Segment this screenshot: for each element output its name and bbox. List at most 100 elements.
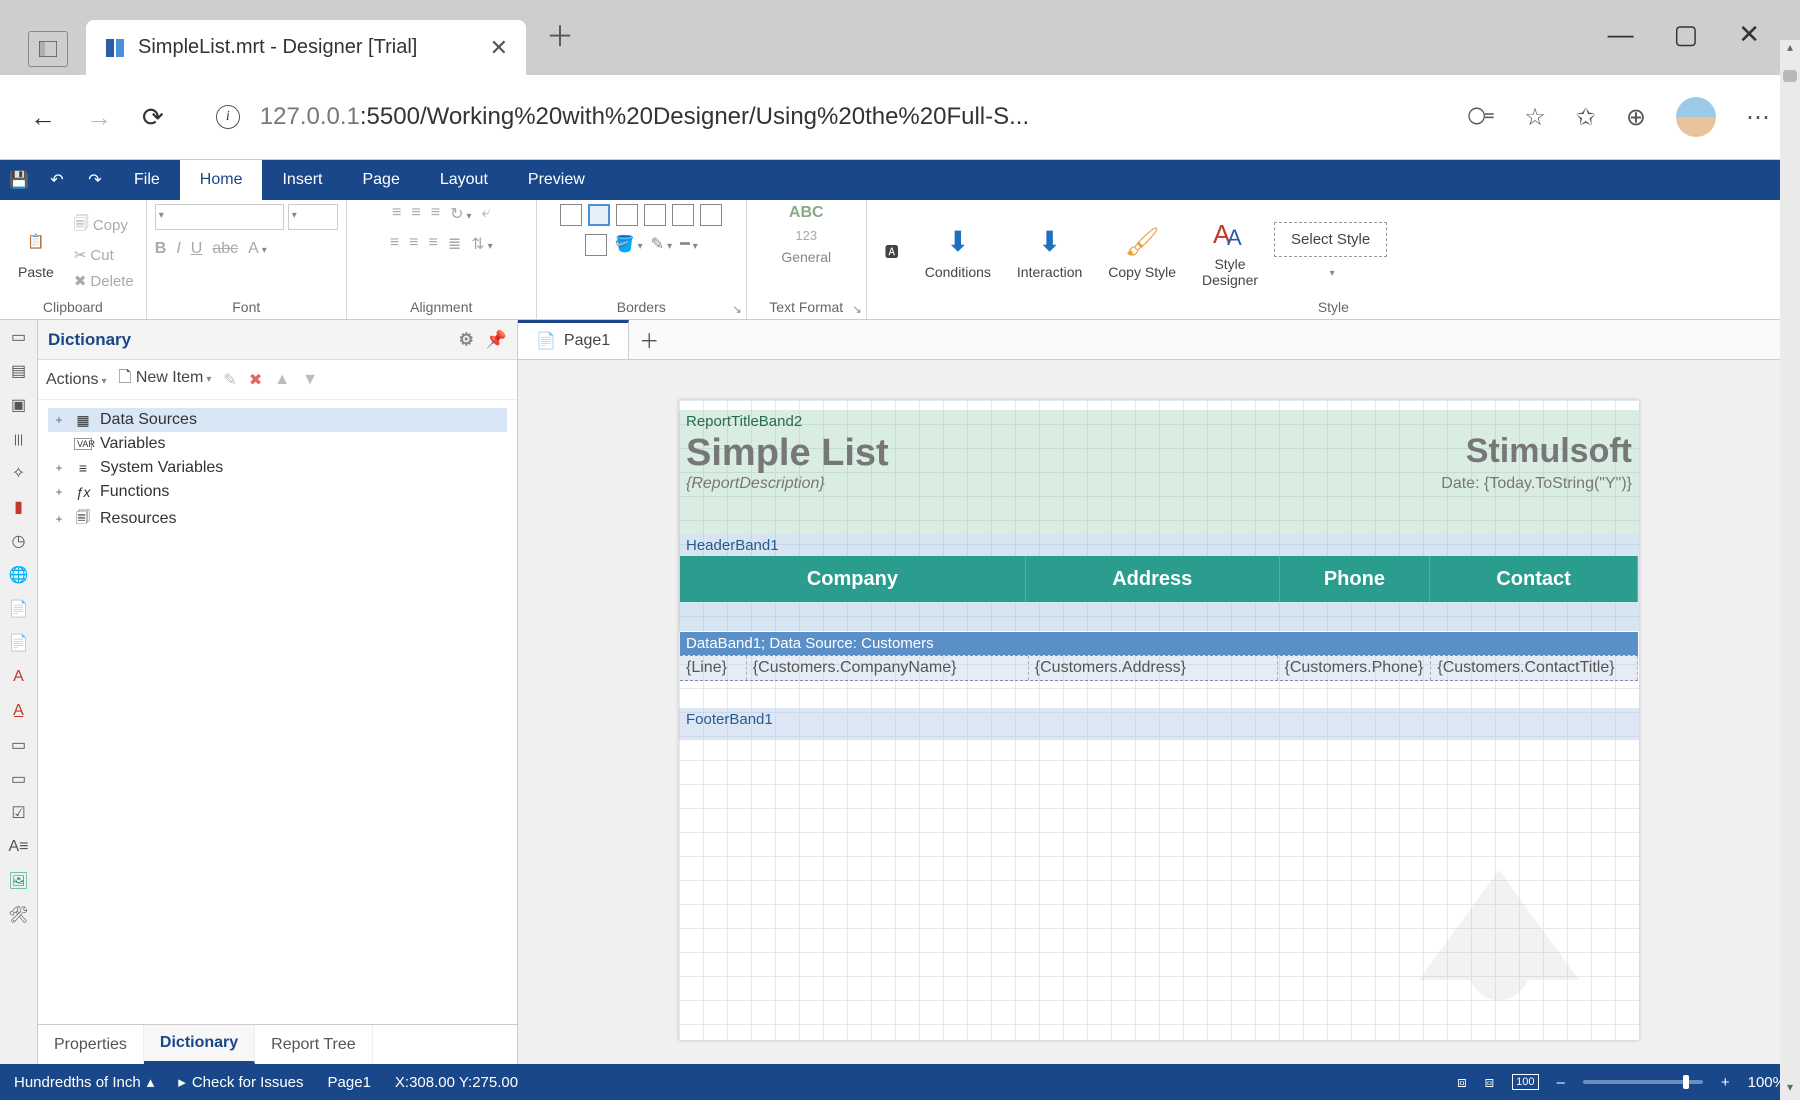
new-tab-button[interactable]: ＋ [546, 15, 574, 55]
tree-functions[interactable]: +ƒxFunctions [48, 480, 507, 504]
tab-actions-button[interactable] [28, 31, 68, 67]
tool-subreport-icon[interactable]: ▭ [6, 766, 32, 792]
tool-chart-icon[interactable]: ▮ [6, 494, 32, 520]
line-spacing-button[interactable]: ⇅ [471, 234, 492, 254]
edit-item-button[interactable]: ✎ [223, 370, 236, 390]
zoom-out-button[interactable]: – [1557, 1074, 1565, 1091]
menu-layout[interactable]: Layout [420, 160, 508, 200]
view-left-icon[interactable]: ⧈ [1457, 1074, 1467, 1091]
undo-icon[interactable]: ↶ [38, 160, 76, 200]
delete-item-button[interactable]: ✖ [249, 370, 262, 390]
col-phone[interactable]: Phone [1280, 556, 1430, 602]
delete-button[interactable]: ✖ Delete [70, 270, 138, 292]
rotate-button[interactable]: ↻ [450, 204, 471, 224]
forward-button[interactable]: → [86, 102, 112, 133]
interaction-button[interactable]: ⬇Interaction [1007, 220, 1092, 284]
italic-button[interactable]: I [176, 240, 180, 258]
close-icon[interactable]: ✕ [490, 35, 508, 61]
paste-button[interactable]: 📋 Paste [8, 220, 64, 284]
zoom-slider[interactable] [1583, 1080, 1703, 1084]
actions-dropdown[interactable]: Actions [46, 371, 107, 389]
menu-file[interactable]: File [114, 160, 180, 200]
border-style-button[interactable]: ━ [680, 234, 698, 256]
border-bottom-button[interactable] [700, 204, 722, 226]
zoom-in-button[interactable]: + [1721, 1074, 1730, 1091]
tool-band-icon[interactable]: ▭ [6, 324, 32, 350]
doc-tab-add[interactable]: ＋ [629, 320, 669, 359]
tool-panel-icon[interactable]: A̲ [6, 698, 32, 724]
style-dropdown[interactable] [1327, 263, 1335, 281]
font-family-select[interactable] [155, 204, 284, 230]
tool-richtext-icon[interactable]: 📄 [6, 630, 32, 656]
col-address[interactable]: Address [1026, 556, 1280, 602]
underline-button[interactable]: U [191, 240, 203, 258]
tool-checkbox-icon[interactable]: ☑ [6, 800, 32, 826]
border-left-button[interactable] [616, 204, 638, 226]
align-middle-button[interactable]: ≡ [411, 204, 420, 224]
site-info-icon[interactable]: i [216, 105, 240, 129]
tool-settings-icon[interactable]: 🛠 [6, 902, 32, 928]
tool-shape-icon[interactable]: ✧ [6, 460, 32, 486]
menu-preview[interactable]: Preview [508, 160, 605, 200]
tool-gauge-icon[interactable]: ◷ [6, 528, 32, 554]
favorite-icon[interactable]: ☆ [1524, 103, 1546, 132]
tool-image-icon[interactable]: A [6, 664, 32, 690]
cut-button[interactable]: ✂ Cut [70, 244, 138, 266]
close-window-button[interactable]: ✕ [1738, 19, 1760, 50]
align-left-button[interactable]: ≡ [390, 234, 399, 254]
status-page[interactable]: Page1 [328, 1074, 371, 1091]
bold-button[interactable]: B [155, 240, 167, 258]
strike-button[interactable]: abc [212, 240, 238, 258]
collections-icon[interactable]: ⊕ [1626, 103, 1646, 132]
minimize-button[interactable]: — [1608, 19, 1634, 50]
address-bar[interactable]: i 127.0.0.1:5500/Working%20with%20Design… [194, 91, 1438, 143]
border-top-button[interactable] [644, 204, 666, 226]
align-right-button[interactable]: ≡ [429, 234, 438, 254]
fill-color-button[interactable]: 🪣 [615, 234, 643, 256]
status-unit[interactable]: Hundredths of Inch ▴ [14, 1073, 154, 1091]
tool-barcode-icon[interactable]: ||| [6, 426, 32, 452]
tree-resources[interactable]: +🗐Resources [48, 504, 507, 534]
border-none-button[interactable] [588, 204, 610, 226]
scroll-thumb[interactable] [1783, 70, 1797, 82]
browser-tab[interactable]: SimpleList.mrt - Designer [Trial] ✕ [86, 20, 526, 75]
scroll-up-icon[interactable]: ▴ [1780, 40, 1800, 60]
tree-data-sources[interactable]: +▦Data Sources [48, 408, 507, 432]
border-right-button[interactable] [672, 204, 694, 226]
report-date[interactable]: Date: {Today.ToString("Y")} [1441, 475, 1638, 493]
more-icon[interactable]: ⋯ [1746, 103, 1770, 132]
new-item-dropdown[interactable]: 🗋 New Item [119, 366, 212, 393]
dictionary-pin-icon[interactable]: 📌 [486, 330, 507, 350]
back-button[interactable]: ← [30, 102, 56, 133]
tab-dictionary[interactable]: Dictionary [144, 1025, 255, 1064]
report-description[interactable]: {ReportDescription} [680, 475, 1441, 493]
status-check[interactable]: ▸ Check for Issues [178, 1073, 303, 1091]
zoom-out-icon[interactable]: ⧃ [1467, 103, 1494, 131]
maximize-button[interactable]: ▢ [1674, 19, 1699, 50]
text-style-button[interactable]: 🅰︎ [875, 230, 909, 274]
tool-component-icon[interactable]: ▣ [6, 392, 32, 418]
tree-system-variables[interactable]: +≡System Variables [48, 456, 507, 480]
doc-tab-page1[interactable]: 📄 Page1 [518, 320, 629, 359]
tool-clone-icon[interactable]: ▭ [6, 732, 32, 758]
canvas-scroll[interactable]: ReportTitleBand2 Simple List Stimulsoft … [518, 360, 1800, 1064]
conditions-button[interactable]: ⬇Conditions [915, 220, 1001, 284]
align-bottom-button[interactable]: ≡ [431, 204, 440, 224]
tool-pic-icon[interactable]: 🖼 [6, 868, 32, 894]
move-up-button[interactable]: ▲ [274, 371, 290, 389]
tab-report-tree[interactable]: Report Tree [255, 1025, 372, 1064]
tool-text-icon[interactable]: 📄 [6, 596, 32, 622]
border-shadow-button[interactable] [585, 234, 607, 256]
tool-table-icon[interactable]: A≡ [6, 834, 32, 860]
menu-page[interactable]: Page [342, 160, 419, 200]
header-band[interactable]: HeaderBand1 Company Address Phone Contac… [679, 534, 1639, 631]
align-center-button[interactable]: ≡ [409, 234, 418, 254]
menu-insert[interactable]: Insert [262, 160, 342, 200]
report-title[interactable]: Simple List [680, 432, 1466, 475]
wrap-button[interactable]: ⤶ [482, 204, 491, 224]
tool-cross-icon[interactable]: ▤ [6, 358, 32, 384]
save-icon[interactable]: 💾 [0, 160, 38, 200]
menu-home[interactable]: Home [180, 160, 263, 200]
col-contact[interactable]: Contact [1430, 556, 1638, 602]
general-label[interactable]: General [781, 249, 831, 265]
